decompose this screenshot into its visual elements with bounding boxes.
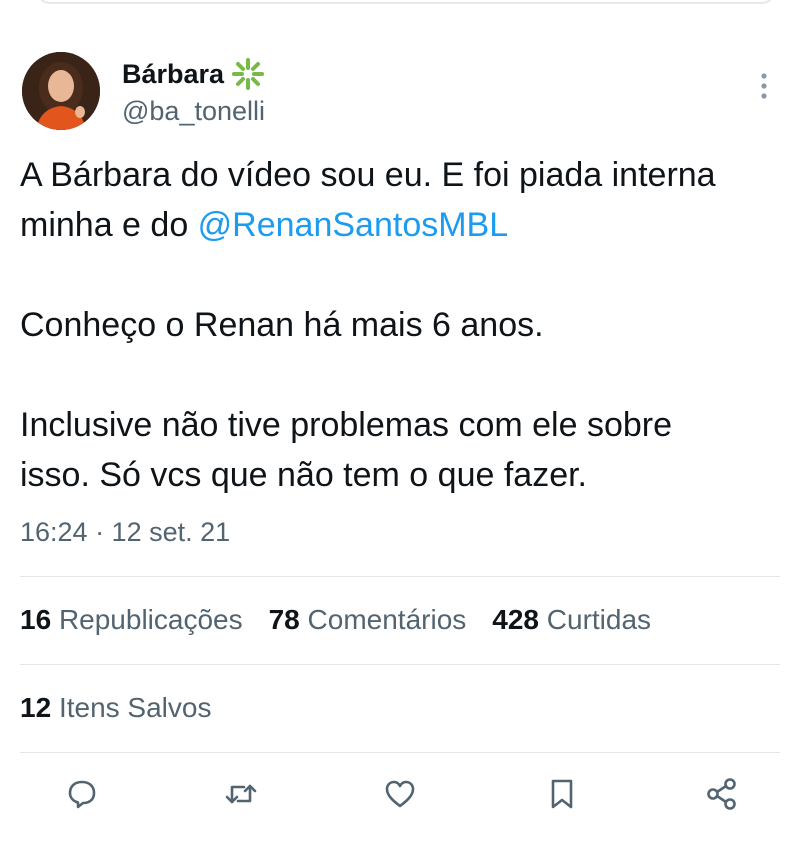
- verified-asterisk-icon: [230, 56, 266, 92]
- tweet-line: A Bárbara do vídeo sou eu. E foi piada i…: [20, 156, 716, 194]
- divider: [20, 576, 780, 577]
- saved-count: 12: [20, 692, 52, 723]
- more-options-icon[interactable]: [756, 70, 772, 102]
- share-icon: [707, 778, 736, 810]
- likes-label: Curtidas: [546, 604, 652, 635]
- tweet-body: A Bárbara do vídeo sou eu. E foi piada i…: [20, 150, 790, 500]
- share-button[interactable]: [700, 772, 744, 816]
- bookmark-button[interactable]: [540, 772, 584, 816]
- likes-count: 428: [492, 604, 539, 635]
- tweet-line: Conheço o Renan há mais 6 anos.: [20, 306, 544, 344]
- display-name[interactable]: Bárbara: [122, 59, 224, 90]
- divider: [20, 752, 780, 753]
- like-icon: [385, 780, 415, 808]
- comments-label: Comentários: [307, 604, 467, 635]
- reply-icon: [68, 780, 96, 809]
- tweet-line: minha e do @RenanSantosMBL: [20, 200, 790, 250]
- bookmark-icon: [551, 779, 573, 809]
- like-button[interactable]: [378, 772, 422, 816]
- saved-stat[interactable]: 12 Itens Salvos: [20, 692, 211, 724]
- comments-count: 78: [268, 604, 300, 635]
- avatar[interactable]: [22, 52, 100, 130]
- comments-stat[interactable]: 78 Comentários: [269, 604, 467, 644]
- retweet-button[interactable]: [219, 772, 263, 816]
- user-handle[interactable]: @ba_tonelli: [122, 96, 265, 127]
- engagement-stats: 16 Republicações 78 Comentários 428 Curt…: [20, 604, 651, 644]
- mention-link[interactable]: @RenanSantosMBL: [198, 206, 508, 244]
- tweet-line: Inclusive não tive problemas com ele sob…: [20, 406, 672, 444]
- saved-label: Itens Salvos: [58, 692, 212, 723]
- retweet-icon: [225, 784, 257, 804]
- action-bar: [0, 772, 800, 832]
- top-search-pill: [34, 0, 778, 4]
- reposts-stat[interactable]: 16 Republicações: [20, 604, 243, 644]
- likes-stat[interactable]: 428 Curtidas: [492, 604, 651, 644]
- reposts-count: 16: [20, 604, 52, 635]
- tweet-header: Bárbara @ba_tonelli: [22, 52, 782, 132]
- tweet-timestamp[interactable]: 16:24 · 12 set. 21: [20, 517, 230, 548]
- tweet-text-fragment: minha e do: [20, 206, 198, 244]
- tweet-line: isso. Só vcs que não tem o que fazer.: [20, 456, 587, 494]
- reply-button[interactable]: [60, 772, 104, 816]
- divider: [20, 664, 780, 665]
- reposts-label: Republicações: [58, 604, 243, 635]
